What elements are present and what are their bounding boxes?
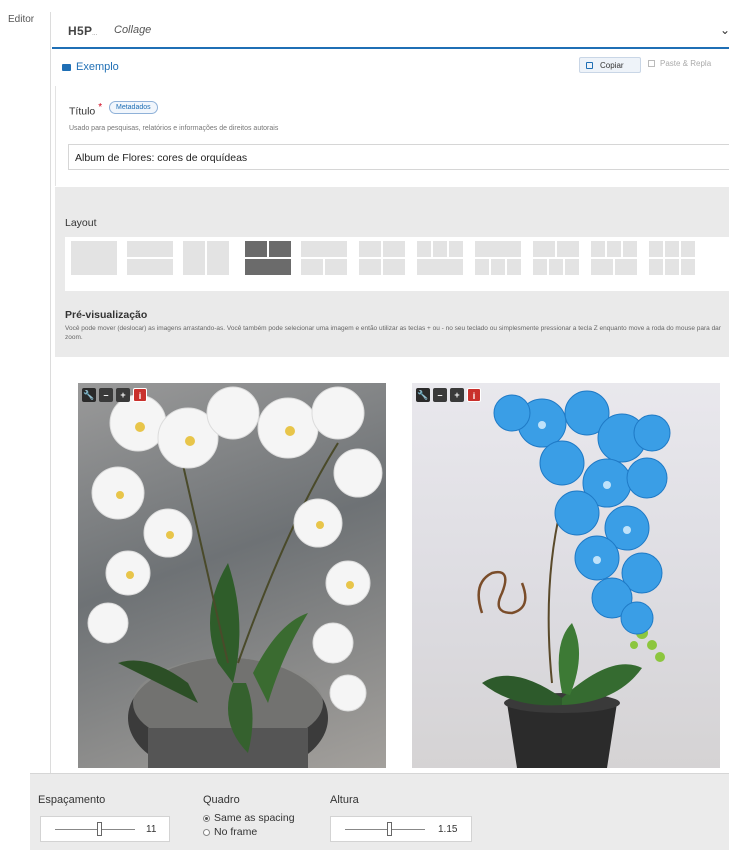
h5p-logo: H5P... [68, 24, 98, 38]
layout-label: Layout [65, 217, 97, 229]
layout-options [65, 237, 729, 291]
frame-label: Quadro [203, 794, 240, 806]
title-label: Título * [69, 102, 103, 118]
info-icon[interactable]: i [467, 388, 481, 402]
copy-icon [586, 62, 593, 69]
layout-option-5[interactable] [301, 241, 347, 275]
chevron-down-icon[interactable]: ⌄ [720, 23, 729, 37]
frame-option-no-frame[interactable]: No frame [203, 826, 257, 838]
metadata-button[interactable]: Metadados [109, 101, 158, 114]
image-toolbar: 🔧 – + i [82, 388, 147, 402]
zoom-in-icon[interactable]: + [116, 388, 130, 402]
frame-option-same-as-spacing[interactable]: Same as spacing [203, 812, 295, 824]
spacing-slider[interactable]: 11 [40, 816, 170, 842]
height-slider[interactable]: 1.15 [330, 816, 472, 842]
white-orchids-photo [87, 386, 383, 768]
image-toolbar: 🔧 – + i [416, 388, 481, 402]
wrench-icon[interactable]: 🔧 [82, 388, 96, 402]
height-value: 1.15 [438, 824, 458, 835]
collage-image-blue-orchids[interactable]: 🔧 – + i [412, 383, 720, 768]
title-field-group: Título * Metadados Usado para pesquisas,… [55, 86, 729, 186]
layout-option-10[interactable] [591, 241, 637, 275]
example-link[interactable]: Exemplo [62, 61, 119, 73]
library-selector[interactable]: H5P... Collage ⌄ [52, 13, 729, 49]
collage-options-bar: Espaçamento 11 Quadro Same as spacing No… [30, 773, 729, 850]
book-icon [62, 63, 71, 71]
layout-option-7[interactable] [417, 241, 463, 275]
copy-button[interactable]: Copiar [579, 57, 641, 73]
title-input[interactable]: Album de Flores: cores de orquídeas [68, 144, 729, 170]
blue-orchids-photo [477, 390, 671, 768]
preview-label: Pré-visualização [65, 309, 148, 321]
zoom-in-icon[interactable]: + [450, 388, 464, 402]
layout-option-2[interactable] [127, 241, 173, 275]
radio-selected-icon[interactable] [203, 814, 210, 822]
layout-option-8[interactable] [475, 241, 521, 275]
title-description: Usado para pesquisas, relatórios e infor… [69, 125, 279, 132]
layout-section: Layout Pré-visualização Você pode mover … [55, 187, 729, 357]
layout-option-1[interactable] [71, 241, 117, 275]
paste-icon [648, 60, 655, 68]
layout-option-4[interactable] [245, 241, 291, 275]
layout-option-9[interactable] [533, 241, 579, 275]
library-name: Collage [114, 24, 152, 36]
spacing-label: Espaçamento [38, 794, 106, 806]
info-icon[interactable]: i [133, 388, 147, 402]
paste-replace-button[interactable]: Paste & Repla [648, 59, 711, 68]
spacing-value: 11 [146, 824, 157, 835]
collage-image-white-orchids[interactable]: 🔧 – + i [78, 383, 386, 768]
editor-side-label: Editor [8, 14, 35, 25]
layout-option-11[interactable] [649, 241, 695, 275]
layout-option-3[interactable] [183, 241, 229, 275]
layout-option-6[interactable] [359, 241, 405, 275]
preview-description: Você pode mover (deslocar) as imagens ar… [65, 325, 721, 341]
zoom-out-icon[interactable]: – [99, 388, 113, 402]
wrench-icon[interactable]: 🔧 [416, 388, 430, 402]
height-slider-thumb[interactable] [387, 822, 392, 836]
radio-unselected-icon[interactable] [203, 828, 210, 836]
zoom-out-icon[interactable]: – [433, 388, 447, 402]
spacing-slider-thumb[interactable] [97, 822, 102, 836]
required-mark: * [98, 102, 103, 113]
height-label: Altura [330, 794, 359, 806]
